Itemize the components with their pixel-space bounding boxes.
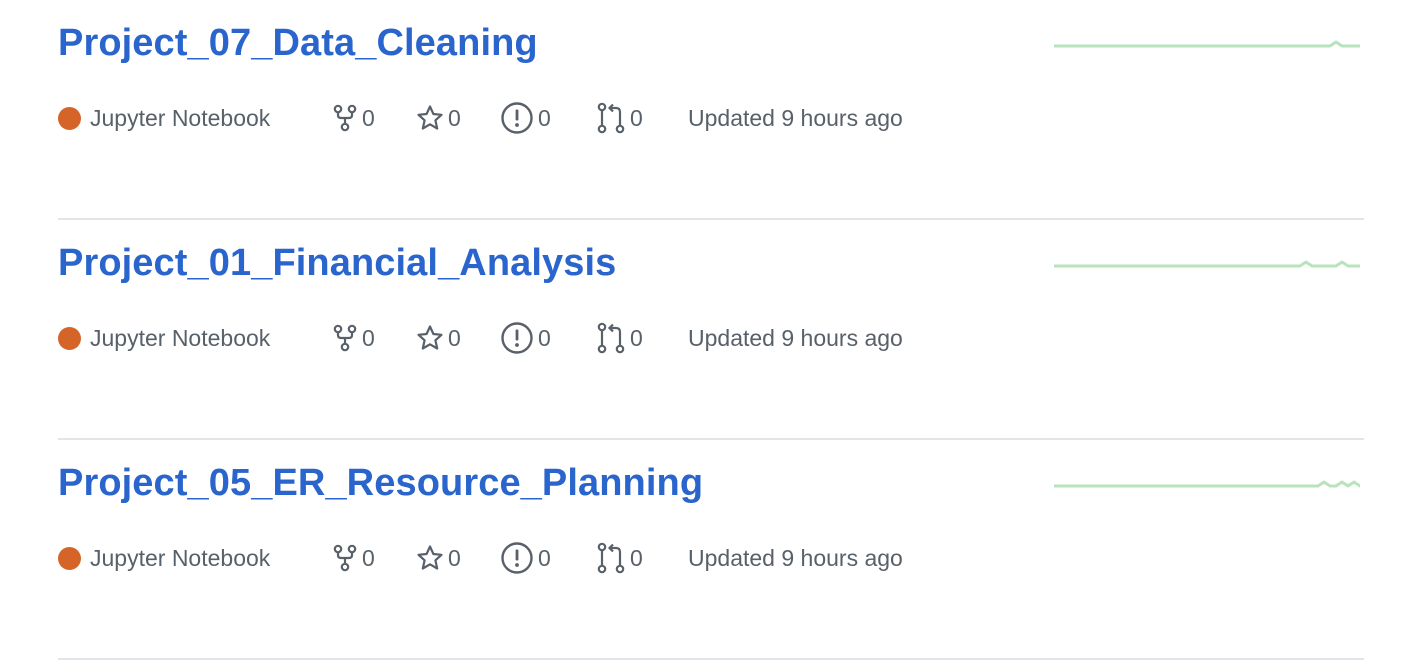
issues-link[interactable]: 0 bbox=[500, 320, 551, 356]
forks-link[interactable]: 0 bbox=[332, 100, 375, 136]
stars-link[interactable]: 0 bbox=[416, 100, 461, 136]
activity-sparkline bbox=[1054, 260, 1360, 268]
issues-count: 0 bbox=[538, 324, 551, 351]
fork-icon bbox=[333, 324, 357, 352]
issue-opened-icon bbox=[501, 542, 533, 574]
repo-language: Jupyter Notebook bbox=[58, 320, 270, 356]
forks-link[interactable]: 0 bbox=[332, 320, 375, 356]
star-icon bbox=[417, 545, 443, 570]
language-label: Jupyter Notebook bbox=[90, 544, 271, 571]
activity-sparkline bbox=[1054, 480, 1360, 488]
pull-requests-link[interactable]: 0 bbox=[596, 540, 643, 576]
fork-icon bbox=[333, 104, 357, 132]
updated-timestamp: Updated 9 hours ago bbox=[688, 544, 903, 571]
issues-link[interactable]: 0 bbox=[500, 100, 551, 136]
repo-title-link[interactable]: Project_01_Financial_Analysis bbox=[58, 242, 616, 285]
language-label: Jupyter Notebook bbox=[90, 104, 271, 131]
repo-title-link[interactable]: Project_07_Data_Cleaning bbox=[58, 22, 538, 65]
repo-meta: Jupyter Notebook 0 0 0 0 Updated 9 hours… bbox=[58, 320, 1058, 356]
stars-count: 0 bbox=[448, 104, 461, 131]
activity-sparkline bbox=[1054, 40, 1360, 48]
pull-request-icon bbox=[597, 542, 625, 574]
issue-opened-icon bbox=[501, 322, 533, 354]
repo-meta: Jupyter Notebook 0 0 0 0 Updated 9 hours… bbox=[58, 100, 1058, 136]
repo-list-item: Project_07_Data_Cleaning Jupyter Noteboo… bbox=[58, 0, 1364, 220]
repo-list-item: Project_05_ER_Resource_Planning Jupyter … bbox=[58, 440, 1364, 660]
fork-icon bbox=[333, 544, 357, 572]
star-icon bbox=[417, 105, 443, 130]
repo-language: Jupyter Notebook bbox=[58, 100, 270, 136]
repo-title-link[interactable]: Project_05_ER_Resource_Planning bbox=[58, 462, 703, 505]
forks-count: 0 bbox=[362, 544, 375, 571]
updated-timestamp: Updated 9 hours ago bbox=[688, 104, 903, 131]
language-color-dot bbox=[58, 326, 81, 350]
star-icon bbox=[417, 325, 443, 350]
updated-timestamp: Updated 9 hours ago bbox=[688, 324, 903, 351]
language-label: Jupyter Notebook bbox=[90, 324, 271, 351]
pull-requests-count: 0 bbox=[630, 544, 643, 571]
repo-meta: Jupyter Notebook 0 0 0 0 Updated 9 hours… bbox=[58, 540, 1058, 576]
pull-requests-count: 0 bbox=[630, 104, 643, 131]
issues-count: 0 bbox=[538, 544, 551, 571]
pull-request-icon bbox=[597, 102, 625, 134]
stars-count: 0 bbox=[448, 324, 461, 351]
pull-request-icon bbox=[597, 322, 625, 354]
issue-opened-icon bbox=[501, 102, 533, 134]
language-color-dot bbox=[58, 106, 81, 130]
pull-requests-link[interactable]: 0 bbox=[596, 320, 643, 356]
language-color-dot bbox=[58, 546, 81, 570]
repository-list: Project_07_Data_Cleaning Jupyter Noteboo… bbox=[58, 0, 1364, 660]
pull-requests-link[interactable]: 0 bbox=[596, 100, 643, 136]
forks-link[interactable]: 0 bbox=[332, 540, 375, 576]
issues-link[interactable]: 0 bbox=[500, 540, 551, 576]
stars-link[interactable]: 0 bbox=[416, 540, 461, 576]
stars-link[interactable]: 0 bbox=[416, 320, 461, 356]
repo-language: Jupyter Notebook bbox=[58, 540, 270, 576]
stars-count: 0 bbox=[448, 544, 461, 571]
forks-count: 0 bbox=[362, 104, 375, 131]
forks-count: 0 bbox=[362, 324, 375, 351]
issues-count: 0 bbox=[538, 104, 551, 131]
repo-list-item: Project_01_Financial_Analysis Jupyter No… bbox=[58, 220, 1364, 440]
pull-requests-count: 0 bbox=[630, 324, 643, 351]
